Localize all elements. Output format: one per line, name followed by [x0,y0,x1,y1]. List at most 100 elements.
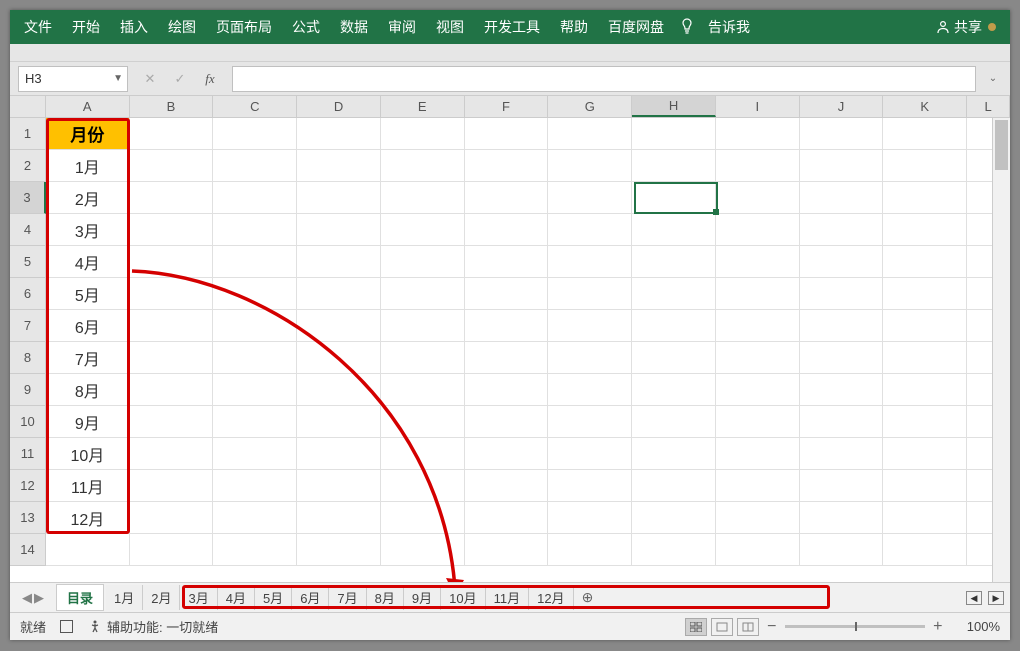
cell[interactable] [213,438,297,470]
cell[interactable] [381,374,465,406]
cell[interactable] [213,342,297,374]
view-normal-button[interactable] [685,618,707,636]
row-header[interactable]: 7 [10,310,46,342]
cell[interactable] [381,406,465,438]
cell[interactable] [381,182,465,214]
cell[interactable] [130,534,214,566]
cell[interactable] [465,374,549,406]
cell[interactable]: 12月 [46,502,130,534]
new-sheet-button[interactable]: ⊕ [582,589,594,606]
cell[interactable] [716,246,800,278]
cell[interactable] [130,118,214,150]
cell[interactable] [800,502,884,534]
cell[interactable] [297,150,381,182]
cell[interactable] [883,534,967,566]
cell[interactable]: 2月 [46,182,130,214]
cell[interactable] [381,246,465,278]
cell[interactable] [130,438,214,470]
ribbon-tab-insert[interactable]: 插入 [110,10,158,44]
cell[interactable] [883,214,967,246]
sheet-tab[interactable]: 9月 [404,585,441,610]
cell[interactable] [465,406,549,438]
cell[interactable] [465,118,549,150]
scrollbar-thumb[interactable] [995,120,1008,170]
cell[interactable] [632,278,716,310]
cell[interactable] [297,342,381,374]
cell[interactable] [548,278,632,310]
cancel-formula-button[interactable]: ✕ [136,67,164,91]
cell[interactable] [716,182,800,214]
cell[interactable] [213,118,297,150]
sheet-tab-active[interactable]: 目录 [56,584,104,611]
cell[interactable] [883,150,967,182]
ribbon-tab-baidu[interactable]: 百度网盘 [598,10,674,44]
cell[interactable] [465,470,549,502]
accept-formula-button[interactable]: ✓ [166,67,194,91]
cell[interactable] [632,438,716,470]
cell[interactable]: 5月 [46,278,130,310]
tell-me-button[interactable]: 告诉我 [698,10,760,44]
cell[interactable] [800,246,884,278]
cell[interactable] [800,214,884,246]
cell[interactable] [632,182,716,214]
cell[interactable] [130,406,214,438]
cell[interactable] [548,534,632,566]
sheet-tab[interactable]: 7月 [329,585,366,610]
cell[interactable] [632,246,716,278]
cell[interactable]: 月份 [46,118,130,150]
cell[interactable]: 6月 [46,310,130,342]
col-header-F[interactable]: F [465,96,549,117]
cell[interactable] [465,310,549,342]
cell[interactable] [883,182,967,214]
cell[interactable] [716,438,800,470]
cell[interactable] [381,438,465,470]
cell[interactable] [213,310,297,342]
cell[interactable] [548,502,632,534]
cell[interactable] [465,278,549,310]
sheet-tab[interactable]: 4月 [218,585,255,610]
cell[interactable] [883,278,967,310]
cell[interactable] [883,470,967,502]
cell[interactable] [381,310,465,342]
cell[interactable]: 7月 [46,342,130,374]
cell[interactable] [297,310,381,342]
cell[interactable] [716,278,800,310]
cell[interactable] [800,374,884,406]
name-box[interactable]: H3 ▼ [18,66,128,92]
cell[interactable] [632,150,716,182]
ribbon-tab-devtools[interactable]: 开发工具 [474,10,550,44]
cell[interactable] [548,342,632,374]
cell[interactable] [800,470,884,502]
cell[interactable] [213,278,297,310]
cell[interactable] [381,534,465,566]
cell[interactable] [800,310,884,342]
cell[interactable]: 11月 [46,470,130,502]
cell[interactable] [130,470,214,502]
cell[interactable] [548,310,632,342]
col-header-C[interactable]: C [213,96,297,117]
cell[interactable]: 4月 [46,246,130,278]
cell[interactable] [716,534,800,566]
cell[interactable] [465,214,549,246]
sheet-tab[interactable]: 11月 [486,585,530,610]
row-header[interactable]: 12 [10,470,46,502]
cell[interactable] [883,406,967,438]
sheet-nav-next-icon[interactable]: ▶ [34,590,44,606]
row-header[interactable]: 5 [10,246,46,278]
cell[interactable] [883,118,967,150]
col-header-D[interactable]: D [297,96,381,117]
cell[interactable] [548,470,632,502]
cell[interactable] [213,534,297,566]
cell[interactable] [465,342,549,374]
zoom-slider[interactable] [785,625,925,628]
cell[interactable] [381,278,465,310]
cell[interactable] [213,502,297,534]
cell[interactable] [213,150,297,182]
formula-bar[interactable] [232,66,976,92]
cell[interactable] [883,374,967,406]
cell[interactable] [548,182,632,214]
row-header[interactable]: 3 [10,182,46,214]
cell[interactable] [800,406,884,438]
cell[interactable] [297,406,381,438]
sheet-tab[interactable]: 5月 [255,585,292,610]
